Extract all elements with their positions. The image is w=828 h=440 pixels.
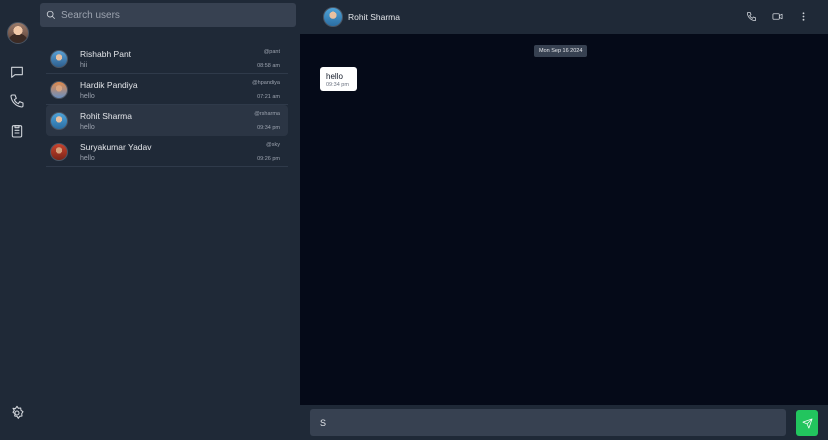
search-input[interactable] bbox=[61, 9, 281, 21]
send-icon bbox=[802, 418, 812, 428]
chat-last-message: hello bbox=[80, 155, 95, 162]
chat-time: 08:58 am bbox=[257, 63, 280, 69]
chat-name: Rishabh Pant bbox=[80, 49, 132, 59]
message-input[interactable] bbox=[310, 409, 786, 436]
chat-item-suryakumar-yadav[interactable]: Suryakumar Yadav hello @sky 09:26 pm bbox=[46, 136, 288, 167]
chat-name: Suryakumar Yadav bbox=[80, 142, 152, 152]
message-text: hello bbox=[326, 72, 343, 81]
avatar bbox=[50, 81, 68, 99]
chat-last-message: hello bbox=[80, 93, 95, 100]
clipboard-icon[interactable] bbox=[8, 122, 26, 140]
avatar bbox=[50, 143, 68, 161]
chat-time: 09:34 pm bbox=[257, 125, 280, 131]
chat-handle: @pant bbox=[263, 49, 280, 55]
chat-handle: @hpandiya bbox=[252, 80, 280, 86]
phone-icon[interactable] bbox=[745, 10, 758, 23]
chat-sidebar: Rishabh Pant hii @pant 08:58 am Hardik P… bbox=[36, 0, 300, 440]
avatar[interactable] bbox=[323, 7, 343, 27]
chat-header: Rohit Sharma bbox=[300, 0, 828, 34]
date-divider: Mon Sep 16 2024 bbox=[534, 45, 588, 57]
message-bubble[interactable]: hello 09:34 pm bbox=[320, 67, 357, 91]
chat-last-message: hii bbox=[80, 62, 88, 69]
search-icon bbox=[46, 10, 56, 20]
message-composer bbox=[300, 405, 828, 440]
chat-time: 07:21 am bbox=[257, 94, 280, 100]
chat-item-rohit-sharma[interactable]: Rohit Sharma hello @rsharma 09:34 pm bbox=[46, 105, 288, 136]
video-camera-icon[interactable] bbox=[771, 10, 784, 23]
header-actions bbox=[745, 10, 810, 23]
message-time: 09:34 pm bbox=[326, 82, 349, 88]
profile-avatar[interactable] bbox=[7, 22, 29, 44]
chat-bubble-icon[interactable] bbox=[8, 63, 26, 81]
message-area[interactable]: Mon Sep 16 2024 hello 09:34 pm bbox=[300, 34, 828, 405]
avatar bbox=[50, 112, 68, 130]
contact-name: Rohit Sharma bbox=[348, 12, 400, 22]
send-button[interactable] bbox=[796, 410, 818, 436]
search-box[interactable] bbox=[40, 3, 296, 27]
chat-handle: @rsharma bbox=[254, 111, 280, 117]
settings-gear-icon[interactable] bbox=[8, 404, 26, 422]
chat-item-hardik-pandiya[interactable]: Hardik Pandiya hello @hpandiya 07:21 am bbox=[46, 74, 288, 105]
chat-name: Hardik Pandiya bbox=[80, 80, 138, 90]
chat-time: 09:26 pm bbox=[257, 156, 280, 162]
nav-rail bbox=[0, 0, 36, 440]
chat-list: Rishabh Pant hii @pant 08:58 am Hardik P… bbox=[46, 43, 288, 167]
chat-last-message: hello bbox=[80, 124, 95, 131]
chat-handle: @sky bbox=[266, 142, 280, 148]
more-vertical-icon[interactable] bbox=[797, 10, 810, 23]
avatar bbox=[50, 50, 68, 68]
chat-name: Rohit Sharma bbox=[80, 111, 132, 121]
chat-item-rishabh-pant[interactable]: Rishabh Pant hii @pant 08:58 am bbox=[46, 43, 288, 74]
phone-icon[interactable] bbox=[8, 92, 26, 110]
